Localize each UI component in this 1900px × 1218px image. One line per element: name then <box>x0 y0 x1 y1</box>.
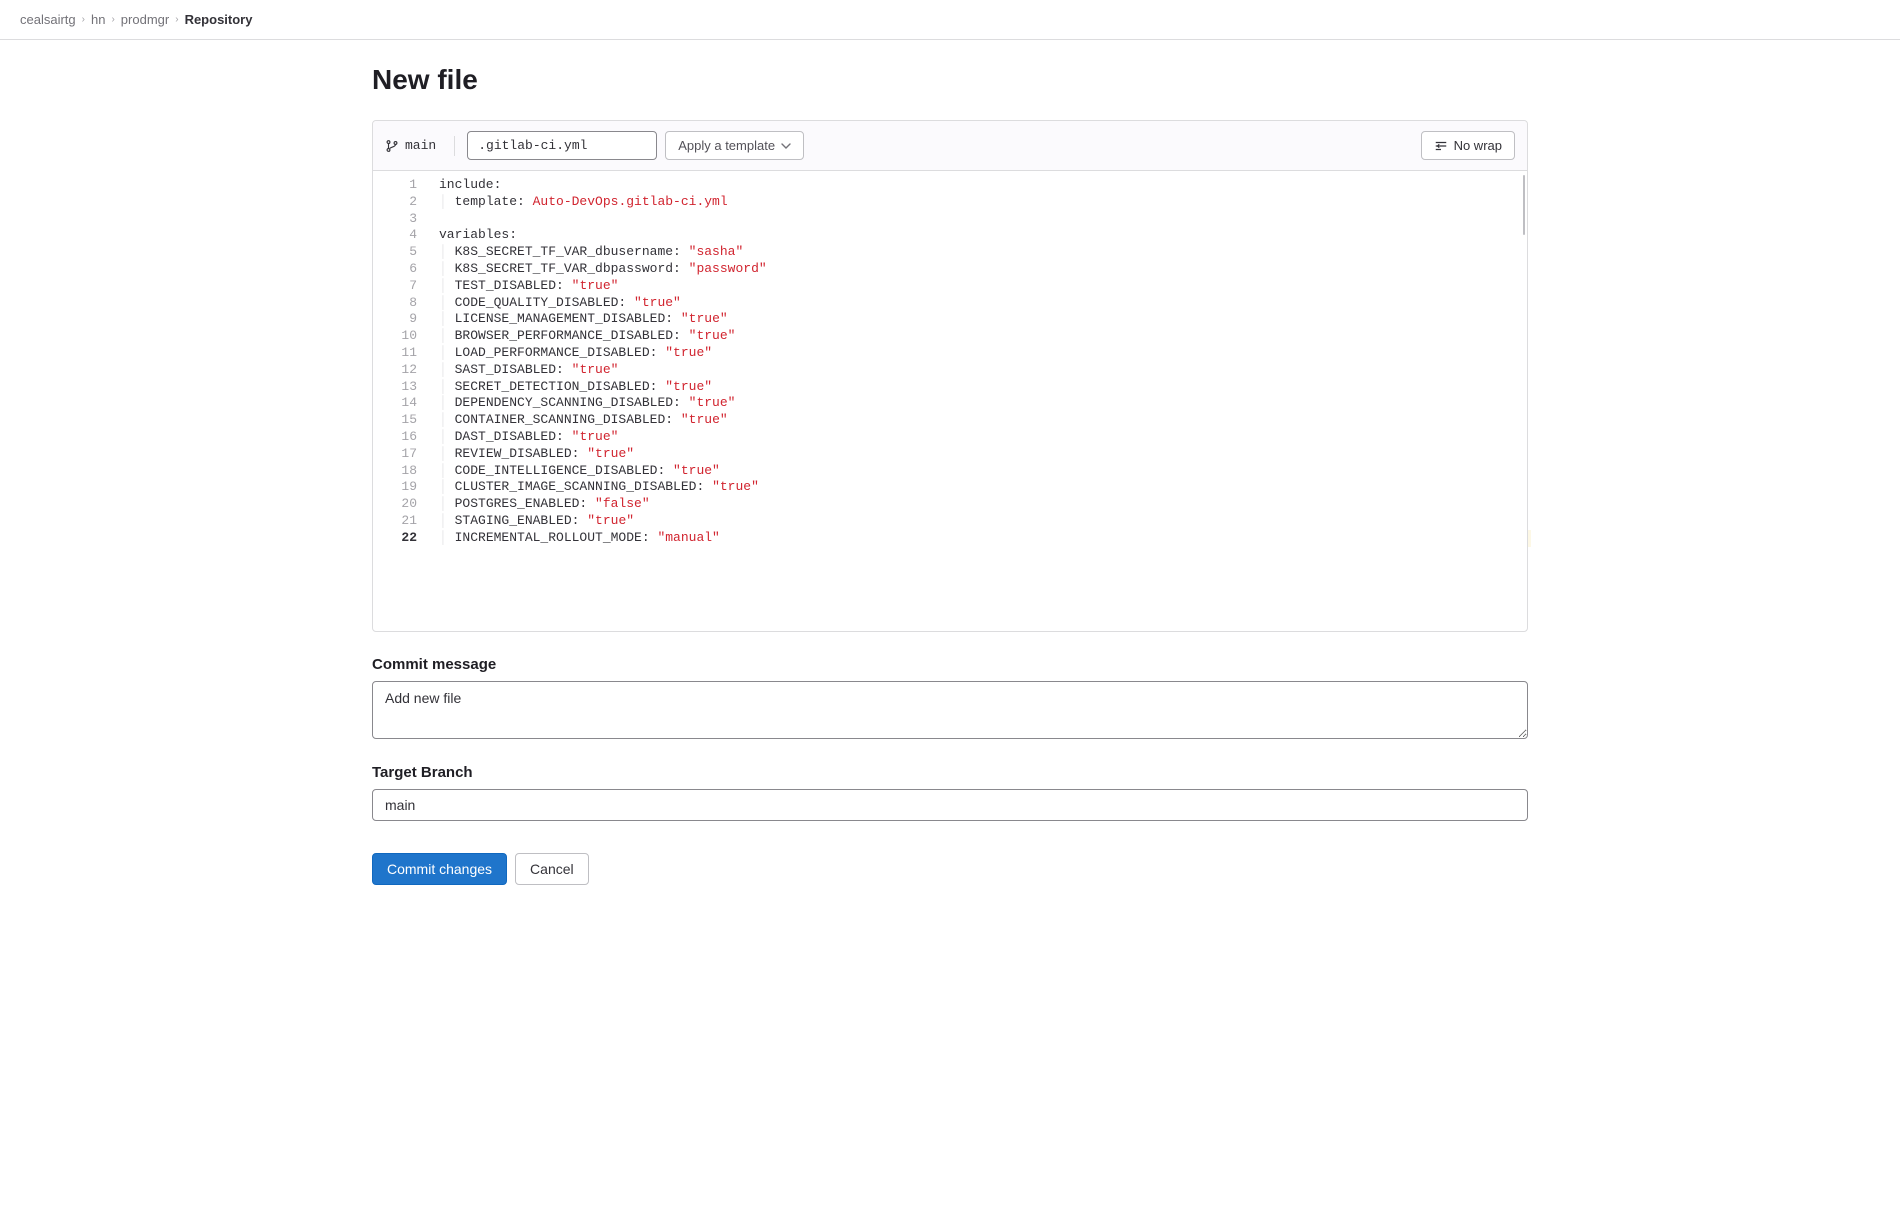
apply-template-label: Apply a template <box>678 138 775 153</box>
code-line[interactable]: │ CODE_INTELLIGENCE_DISABLED: "true" <box>439 463 1527 480</box>
target-branch-label: Target Branch <box>372 764 1528 781</box>
line-number: 7 <box>379 278 417 295</box>
breadcrumb: cealsairtg › hn › prodmgr › Repository <box>0 0 1900 40</box>
cancel-button[interactable]: Cancel <box>515 853 589 885</box>
code-line[interactable]: include: <box>439 177 1527 194</box>
branch-indicator: main <box>385 138 442 153</box>
page-title: New file <box>372 64 1528 96</box>
line-number: 8 <box>379 295 417 312</box>
line-number: 1 <box>379 177 417 194</box>
chevron-right-icon: › <box>175 14 178 25</box>
line-number: 18 <box>379 463 417 480</box>
editor-panel: main Apply a template No wrap 1234567891… <box>372 120 1528 632</box>
wrap-icon <box>1434 139 1448 153</box>
code-line[interactable]: │ DAST_DISABLED: "true" <box>439 429 1527 446</box>
code-line[interactable]: │ INCREMENTAL_ROLLOUT_MODE: "manual" <box>439 530 1527 547</box>
target-branch-input[interactable] <box>372 789 1528 821</box>
form-actions: Commit changes Cancel <box>372 853 1528 885</box>
code-line[interactable]: │ CLUSTER_IMAGE_SCANNING_DISABLED: "true… <box>439 479 1527 496</box>
separator <box>454 136 455 156</box>
line-number: 10 <box>379 328 417 345</box>
code-line[interactable]: │ BROWSER_PERFORMANCE_DISABLED: "true" <box>439 328 1527 345</box>
breadcrumb-link[interactable]: prodmgr <box>121 12 169 27</box>
code-line[interactable]: │ STAGING_ENABLED: "true" <box>439 513 1527 530</box>
filename-input[interactable] <box>467 131 657 160</box>
line-number: 12 <box>379 362 417 379</box>
code-editor[interactable]: 12345678910111213141516171819202122 incl… <box>373 171 1527 631</box>
breadcrumb-link[interactable]: hn <box>91 12 105 27</box>
code-line[interactable]: │ K8S_SECRET_TF_VAR_dbpassword: "passwor… <box>439 261 1527 278</box>
nowrap-label: No wrap <box>1454 138 1502 153</box>
line-number: 11 <box>379 345 417 362</box>
code-line[interactable]: variables: <box>439 227 1527 244</box>
line-number: 2 <box>379 194 417 211</box>
line-number: 13 <box>379 379 417 396</box>
code-line[interactable]: │ template: Auto-DevOps.gitlab-ci.yml <box>439 194 1527 211</box>
commit-message-label: Commit message <box>372 656 1528 673</box>
commit-changes-button[interactable]: Commit changes <box>372 853 507 885</box>
line-number: 21 <box>379 513 417 530</box>
code-line[interactable]: │ CODE_QUALITY_DISABLED: "true" <box>439 295 1527 312</box>
breadcrumb-link[interactable]: cealsairtg <box>20 12 76 27</box>
commit-message-input[interactable] <box>372 681 1528 739</box>
breadcrumb-current: Repository <box>185 12 253 27</box>
line-number-gutter: 12345678910111213141516171819202122 <box>373 171 431 631</box>
code-line[interactable]: │ DEPENDENCY_SCANNING_DISABLED: "true" <box>439 395 1527 412</box>
chevron-right-icon: › <box>111 14 114 25</box>
code-line[interactable]: │ POSTGRES_ENABLED: "false" <box>439 496 1527 513</box>
line-number: 5 <box>379 244 417 261</box>
chevron-down-icon <box>781 141 791 151</box>
code-line[interactable]: │ SAST_DISABLED: "true" <box>439 362 1527 379</box>
line-number: 17 <box>379 446 417 463</box>
chevron-right-icon: › <box>82 14 85 25</box>
code-line[interactable]: │ CONTAINER_SCANNING_DISABLED: "true" <box>439 412 1527 429</box>
line-number: 14 <box>379 395 417 412</box>
code-content[interactable]: include:│ template: Auto-DevOps.gitlab-c… <box>431 171 1527 631</box>
code-line[interactable] <box>439 211 1527 228</box>
line-number: 19 <box>379 479 417 496</box>
line-number: 3 <box>379 211 417 228</box>
code-line[interactable]: │ TEST_DISABLED: "true" <box>439 278 1527 295</box>
apply-template-button[interactable]: Apply a template <box>665 131 804 160</box>
line-number: 9 <box>379 311 417 328</box>
branch-icon <box>385 139 399 153</box>
line-number: 15 <box>379 412 417 429</box>
code-line[interactable]: │ LOAD_PERFORMANCE_DISABLED: "true" <box>439 345 1527 362</box>
branch-name: main <box>405 138 436 153</box>
line-number: 6 <box>379 261 417 278</box>
code-line[interactable]: │ K8S_SECRET_TF_VAR_dbusername: "sasha" <box>439 244 1527 261</box>
editor-toolbar: main Apply a template No wrap <box>373 121 1527 171</box>
line-number: 20 <box>379 496 417 513</box>
nowrap-button[interactable]: No wrap <box>1421 131 1515 160</box>
code-line[interactable]: │ LICENSE_MANAGEMENT_DISABLED: "true" <box>439 311 1527 328</box>
line-number: 16 <box>379 429 417 446</box>
code-line[interactable]: │ REVIEW_DISABLED: "true" <box>439 446 1527 463</box>
code-line[interactable]: │ SECRET_DETECTION_DISABLED: "true" <box>439 379 1527 396</box>
line-number: 22 <box>379 530 417 547</box>
line-number: 4 <box>379 227 417 244</box>
